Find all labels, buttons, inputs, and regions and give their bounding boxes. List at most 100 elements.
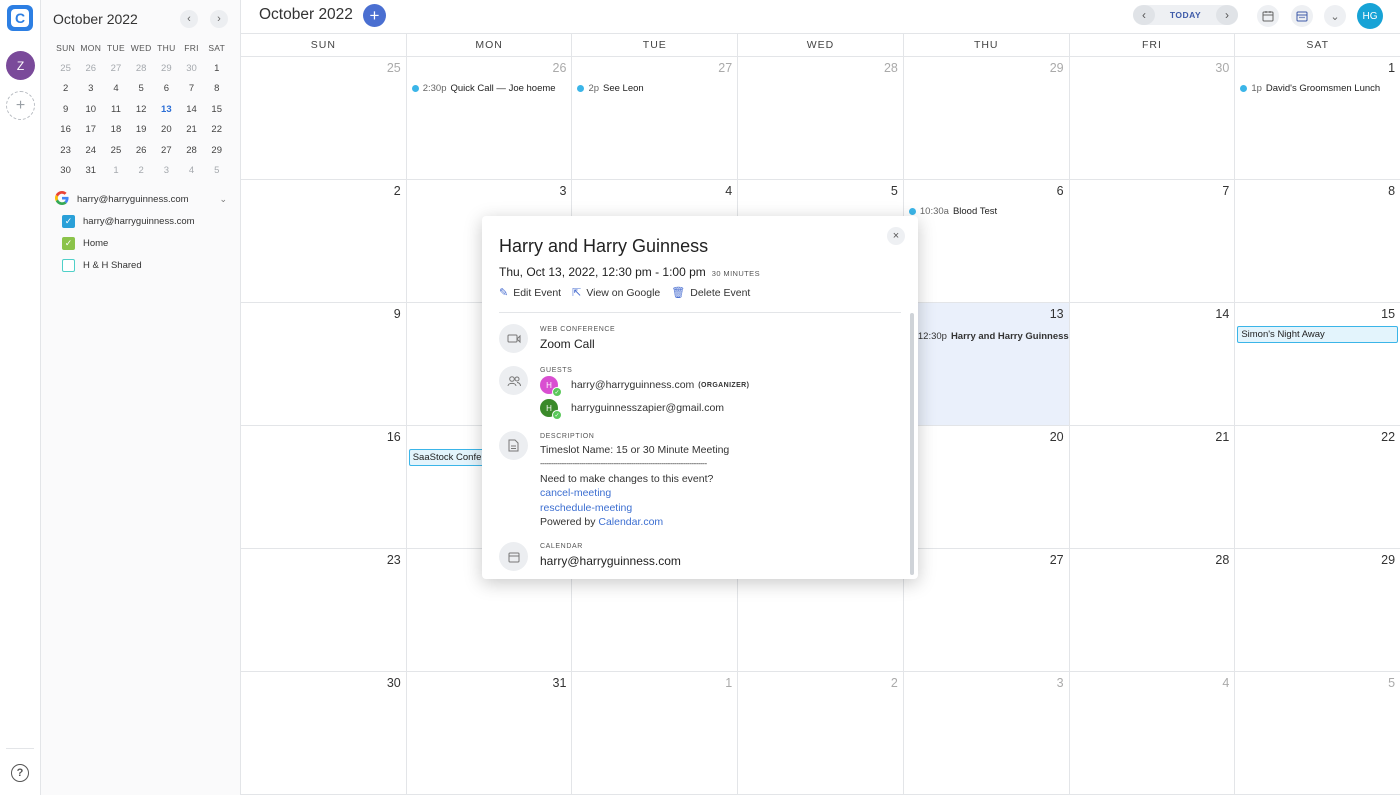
- chevron-down-icon[interactable]: ⌄: [219, 194, 227, 205]
- view-on-google-button[interactable]: ⇱ View on Google: [572, 286, 660, 300]
- calendar-event[interactable]: 2:30p Quick Call — Joe hoeme: [411, 83, 556, 94]
- day-cell[interactable]: 15 Simon's Night Away: [1234, 303, 1400, 425]
- mini-day[interactable]: 22: [204, 124, 229, 135]
- mini-day[interactable]: 20: [154, 124, 179, 135]
- guest-item[interactable]: H ✓ harryguinnesszapier@gmail.com: [540, 399, 724, 420]
- close-icon[interactable]: ×: [887, 227, 905, 245]
- mini-day[interactable]: 25: [53, 63, 78, 74]
- checkbox-icon[interactable]: [62, 259, 75, 272]
- chevron-down-icon[interactable]: ⌄: [1324, 5, 1346, 27]
- mini-day[interactable]: 7: [179, 83, 204, 94]
- mini-day[interactable]: 19: [129, 124, 154, 135]
- mini-day[interactable]: 4: [103, 83, 128, 94]
- mini-day[interactable]: 14: [179, 104, 204, 115]
- day-cell[interactable]: 26 2:30p Quick Call — Joe hoeme: [405, 57, 572, 179]
- checkbox-checked-icon[interactable]: ✓: [62, 237, 75, 250]
- day-cell[interactable]: 7: [1068, 180, 1235, 302]
- help-icon[interactable]: ?: [11, 764, 29, 782]
- mini-day[interactable]: 31: [78, 165, 103, 176]
- calendar-toggle[interactable]: ✓ Home: [62, 237, 108, 250]
- mini-day[interactable]: 4: [179, 165, 204, 176]
- day-cell[interactable]: 1 1p David's Groomsmen Lunch: [1234, 57, 1400, 179]
- mini-day[interactable]: 27: [154, 145, 179, 156]
- day-cell[interactable]: 6 10:30a Blood Test: [902, 180, 1069, 302]
- mini-day[interactable]: 9: [53, 104, 78, 115]
- prev-month-button[interactable]: ‹: [1133, 5, 1155, 25]
- popup-scrollbar[interactable]: [910, 313, 914, 575]
- app-logo[interactable]: C: [7, 5, 33, 31]
- reschedule-meeting-link[interactable]: reschedule-meeting: [540, 502, 632, 514]
- calendar-event[interactable]: 1p David's Groomsmen Lunch: [1240, 83, 1380, 94]
- today-button[interactable]: TODAY: [1155, 10, 1216, 20]
- day-cell[interactable]: 28: [737, 57, 903, 179]
- edit-event-button[interactable]: ✎ Edit Event: [499, 286, 561, 300]
- day-cell[interactable]: 1: [571, 672, 737, 794]
- day-cell[interactable]: 29: [1234, 549, 1400, 671]
- mini-day[interactable]: 5: [129, 83, 154, 94]
- mini-day[interactable]: 30: [53, 165, 78, 176]
- calendar-event[interactable]: 12:30p Harry and Harry Guinness: [918, 331, 1069, 342]
- mini-day[interactable]: 26: [129, 145, 154, 156]
- day-cell[interactable]: 31: [405, 672, 572, 794]
- day-cell[interactable]: 25: [241, 57, 406, 179]
- day-cell[interactable]: 22: [1234, 426, 1400, 548]
- mini-day[interactable]: 2: [129, 165, 154, 176]
- mini-day[interactable]: 3: [154, 165, 179, 176]
- mini-day[interactable]: 11: [103, 104, 128, 115]
- cancel-meeting-link[interactable]: cancel-meeting: [540, 487, 611, 499]
- add-event-button[interactable]: +: [363, 4, 386, 27]
- mini-day[interactable]: 17: [78, 124, 103, 135]
- google-account-header[interactable]: harry@harryguinness.com ⌄: [55, 191, 227, 208]
- mini-day[interactable]: 18: [103, 124, 128, 135]
- calendar-event[interactable]: 2p See Leon: [577, 83, 644, 94]
- mini-next-month-button[interactable]: ›: [210, 10, 228, 28]
- day-cell[interactable]: 9: [241, 303, 406, 425]
- day-cell[interactable]: 3: [902, 672, 1069, 794]
- day-view-icon[interactable]: [1257, 5, 1279, 27]
- mini-day[interactable]: 1: [103, 165, 128, 176]
- mini-day[interactable]: 28: [179, 145, 204, 156]
- delete-event-button[interactable]: 🗑 Delete Event: [671, 286, 750, 300]
- mini-day[interactable]: 6: [154, 83, 179, 94]
- all-day-event[interactable]: Simon's Night Away: [1237, 326, 1399, 343]
- mini-day[interactable]: 16: [53, 124, 78, 135]
- day-cell[interactable]: 30: [241, 672, 406, 794]
- mini-day[interactable]: 23: [53, 145, 78, 156]
- mini-day[interactable]: 10: [78, 104, 103, 115]
- day-cell[interactable]: 29: [902, 57, 1069, 179]
- calendar-event[interactable]: 10:30a Blood Test: [908, 206, 997, 217]
- day-cell[interactable]: 23: [241, 549, 406, 671]
- checkbox-checked-icon[interactable]: ✓: [62, 215, 75, 228]
- mini-day[interactable]: 5: [204, 165, 229, 176]
- day-cell[interactable]: 21: [1068, 426, 1235, 548]
- mini-day[interactable]: 25: [103, 145, 128, 156]
- mini-day[interactable]: 26: [78, 63, 103, 74]
- mini-day[interactable]: 15: [204, 104, 229, 115]
- mini-day[interactable]: 21: [179, 124, 204, 135]
- mini-day[interactable]: 12: [129, 104, 154, 115]
- mini-day[interactable]: 29: [204, 145, 229, 156]
- mini-prev-month-button[interactable]: ‹: [180, 10, 198, 28]
- mini-day[interactable]: 3: [78, 83, 103, 94]
- day-cell[interactable]: 2: [737, 672, 903, 794]
- mini-day[interactable]: 1: [204, 63, 229, 74]
- mini-day[interactable]: 29: [154, 63, 179, 74]
- user-avatar[interactable]: HG: [1357, 3, 1383, 29]
- calendar-com-link[interactable]: Calendar.com: [598, 516, 663, 528]
- day-cell[interactable]: 30: [1068, 57, 1235, 179]
- day-cell[interactable]: 20: [902, 426, 1069, 548]
- add-workspace-button[interactable]: +: [6, 91, 35, 120]
- mini-day[interactable]: 24: [78, 145, 103, 156]
- day-cell[interactable]: 16: [241, 426, 406, 548]
- calendar-toggle[interactable]: ✓ harry@harryguinness.com: [62, 215, 195, 228]
- day-cell[interactable]: 5: [1234, 672, 1400, 794]
- mini-day[interactable]: 8: [204, 83, 229, 94]
- day-cell[interactable]: 8: [1234, 180, 1400, 302]
- day-cell-selected[interactable]: 13 12:30p Harry and Harry Guinness: [902, 303, 1069, 425]
- day-cell[interactable]: 4: [1068, 672, 1235, 794]
- conference-value[interactable]: Zoom Call: [540, 337, 595, 351]
- mini-day[interactable]: 27: [103, 63, 128, 74]
- workspace-avatar[interactable]: Z: [6, 51, 35, 80]
- day-cell[interactable]: 2: [241, 180, 406, 302]
- next-month-button[interactable]: ›: [1216, 5, 1238, 25]
